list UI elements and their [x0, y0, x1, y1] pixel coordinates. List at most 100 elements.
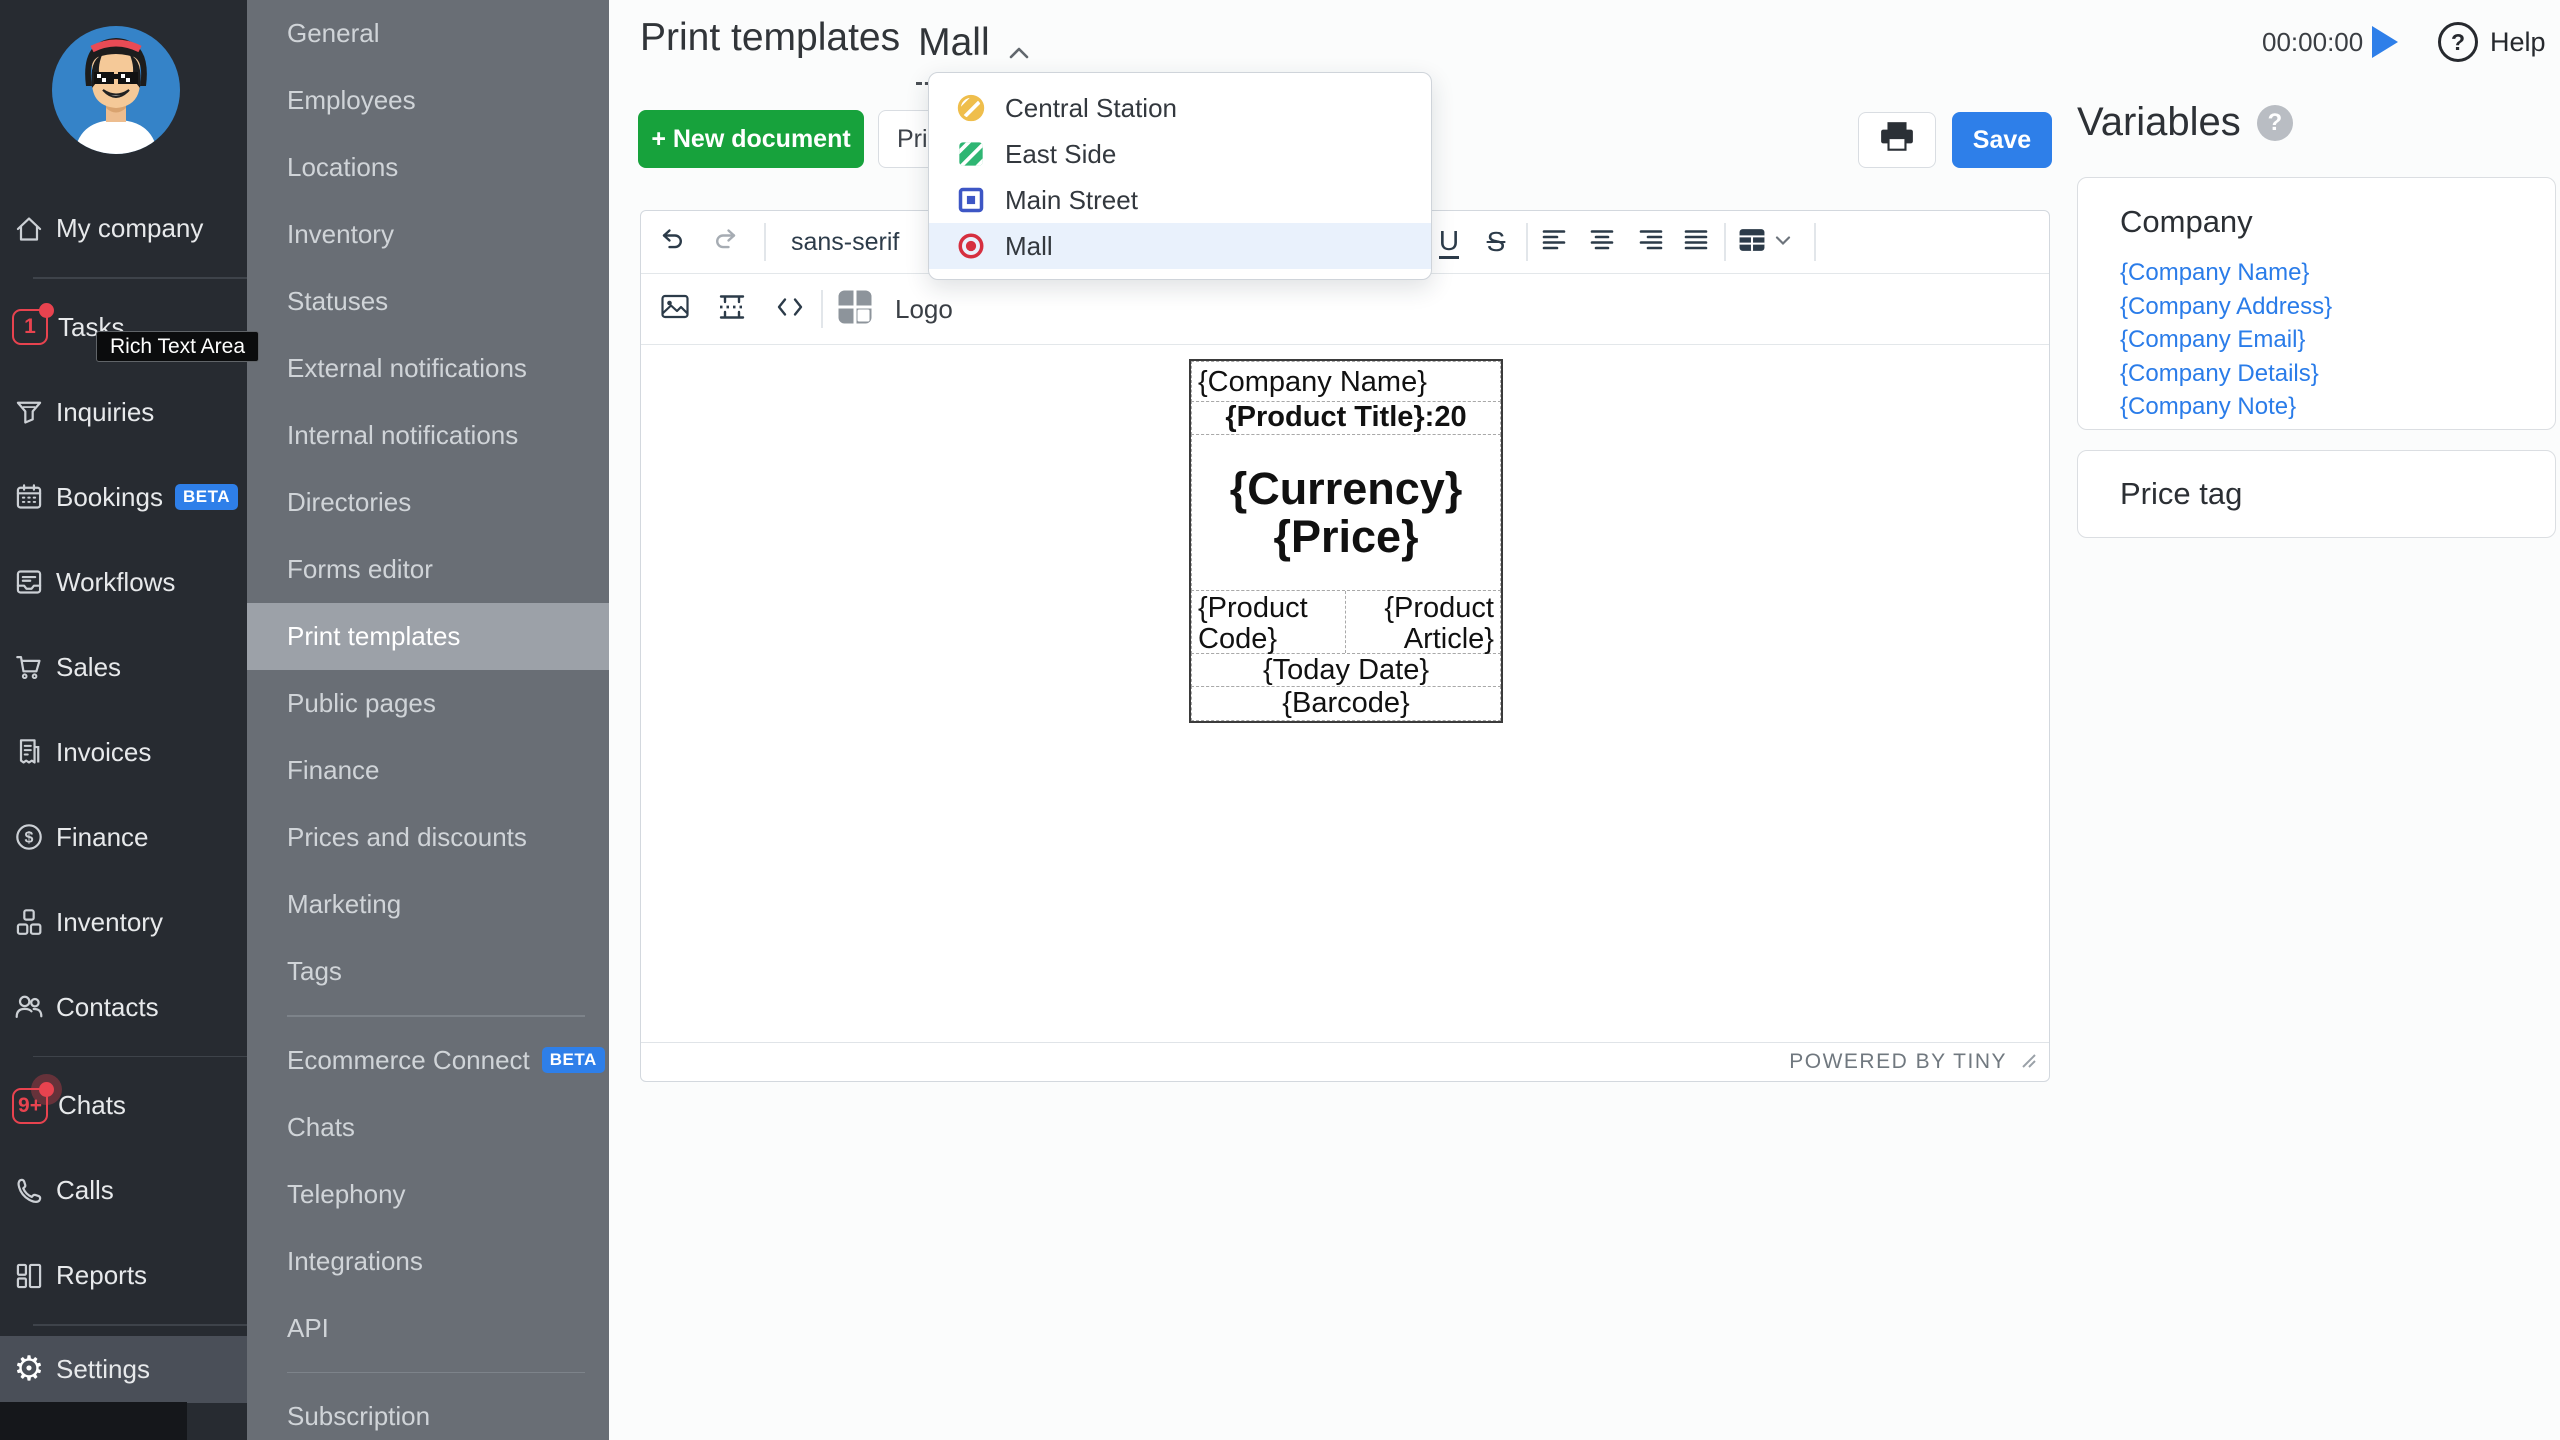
settings-item-api[interactable]: API — [247, 1295, 609, 1362]
sidebar-item-finance[interactable]: $ Finance — [0, 795, 247, 880]
template-price-cell[interactable]: {Currency} {Price} — [1191, 434, 1501, 591]
align-left-button[interactable] — [1531, 219, 1577, 265]
sidebar-item-calls[interactable]: Calls — [0, 1148, 247, 1233]
gear-icon: ⚙ — [12, 1352, 46, 1386]
timer-play-button[interactable] — [2372, 26, 2398, 58]
variables-help-icon[interactable]: ? — [2257, 105, 2293, 141]
settings-item-external-notifications[interactable]: External notifications — [247, 335, 609, 402]
template-product-article-cell[interactable]: {Product Article} — [1346, 591, 1500, 653]
align-center-button[interactable] — [1579, 219, 1625, 265]
powered-by-tiny-link[interactable]: POWERED BY TINY — [1789, 1050, 2007, 1074]
sidebar-item-my-company[interactable]: My company — [0, 186, 247, 271]
template-product-title-cell[interactable]: {Product Title}:20 — [1191, 401, 1501, 435]
settings-item-print-templates[interactable]: Print templates — [247, 603, 609, 670]
receipt-icon — [12, 735, 46, 769]
underline-button[interactable]: U — [1426, 219, 1472, 265]
strikethrough-icon: S — [1487, 226, 1506, 258]
alert-dot — [39, 1082, 54, 1097]
table-button[interactable] — [1728, 219, 1800, 265]
settings-item-ecommerce-connect[interactable]: Ecommerce Connect BETA — [247, 1027, 609, 1094]
help-button[interactable]: ? Help — [2438, 22, 2546, 62]
settings-item-marketing[interactable]: Marketing — [247, 871, 609, 938]
sidebar-divider — [33, 1056, 247, 1058]
save-button[interactable]: Save — [1952, 112, 2052, 168]
price-tag-template[interactable]: {Company Name} {Product Title}:20 {Curre… — [1189, 359, 1503, 723]
print-button[interactable] — [1858, 112, 1936, 168]
font-family-select[interactable]: sans-serif — [791, 211, 899, 273]
sidebar-item-chats[interactable]: 9+ Chats — [0, 1063, 247, 1148]
variable-link[interactable]: {Company Name} — [2120, 256, 2555, 290]
align-right-button[interactable] — [1628, 219, 1674, 265]
settings-item-locations[interactable]: Locations — [247, 134, 609, 201]
square-target-icon — [957, 186, 985, 214]
variables-price-tag-card[interactable]: Price tag — [2077, 450, 2556, 538]
page-break-button[interactable] — [709, 286, 755, 332]
rich-text-editor: sans-serif U S — [640, 210, 2050, 1082]
striped-square-icon — [957, 140, 985, 168]
settings-item-integrations[interactable]: Integrations — [247, 1228, 609, 1295]
settings-item-inventory[interactable]: Inventory — [247, 201, 609, 268]
strikethrough-button[interactable]: S — [1473, 219, 1519, 265]
settings-item-general[interactable]: General — [247, 0, 609, 67]
redo-button[interactable] — [702, 219, 748, 265]
user-avatar[interactable] — [50, 24, 182, 156]
template-company-name-cell[interactable]: {Company Name} — [1191, 361, 1501, 402]
dropdown-item-main-street[interactable]: Main Street — [929, 177, 1431, 223]
settings-item-forms-editor[interactable]: Forms editor — [247, 536, 609, 603]
reports-icon — [12, 1259, 46, 1293]
settings-item-public-pages[interactable]: Public pages — [247, 670, 609, 737]
sidebar-item-workflows[interactable]: Workflows — [0, 540, 247, 625]
sidebar-item-contacts[interactable]: Contacts — [0, 965, 247, 1050]
sidebar-item-bookings[interactable]: Bookings BETA — [0, 455, 247, 540]
settings-item-tags[interactable]: Tags — [247, 938, 609, 1005]
toolbar-separator — [821, 290, 823, 328]
dropdown-item-east-side[interactable]: East Side — [929, 131, 1431, 177]
striped-circle-icon — [957, 94, 985, 122]
settings-item-subscription[interactable]: Subscription — [247, 1383, 609, 1440]
blocks-icon — [12, 905, 46, 939]
sidebar-item-invoices[interactable]: Invoices — [0, 710, 247, 795]
source-code-button[interactable] — [767, 286, 813, 332]
sidebar-item-inquiries[interactable]: Inquiries — [0, 370, 247, 455]
variables-company-title: Company — [2120, 204, 2555, 240]
variable-link[interactable]: {Company Details} — [2120, 357, 2555, 391]
variable-link[interactable]: {Company Note} — [2120, 390, 2555, 424]
settings-item-chats[interactable]: Chats — [247, 1094, 609, 1161]
settings-item-employees[interactable]: Employees — [247, 67, 609, 134]
sidebar-item-settings[interactable]: ⚙ Settings — [0, 1336, 247, 1403]
variable-link[interactable]: {Company Address} — [2120, 290, 2555, 324]
template-product-code-cell[interactable]: {Product Code} — [1192, 591, 1346, 653]
settings-item-prices-and-discounts[interactable]: Prices and discounts — [247, 804, 609, 871]
toolbar-separator — [764, 223, 766, 261]
settings-item-finance[interactable]: Finance — [247, 737, 609, 804]
template-today-date-cell[interactable]: {Today Date} — [1191, 653, 1501, 687]
undo-icon — [659, 227, 687, 258]
new-document-button[interactable]: + New document — [638, 110, 864, 168]
resize-handle[interactable] — [2019, 1051, 2037, 1074]
settings-menu-divider — [287, 1372, 585, 1374]
settings-item-statuses[interactable]: Statuses — [247, 268, 609, 335]
variable-link[interactable]: {Company Email} — [2120, 323, 2555, 357]
justify-button[interactable] — [1673, 219, 1719, 265]
beta-badge: BETA — [542, 1047, 605, 1073]
insert-logo-button[interactable]: Logo — [837, 286, 953, 332]
help-icon: ? — [2438, 22, 2478, 62]
variables-panel-header: Variables ? — [2077, 100, 2293, 145]
settings-item-telephony[interactable]: Telephony — [247, 1161, 609, 1228]
sidebar-footer — [0, 1402, 187, 1440]
undo-button[interactable] — [650, 219, 696, 265]
dropdown-item-central-station[interactable]: Central Station — [929, 85, 1431, 131]
dropdown-item-mall[interactable]: Mall — [929, 223, 1431, 269]
settings-item-internal-notifications[interactable]: Internal notifications — [247, 402, 609, 469]
template-barcode-cell[interactable]: {Barcode} — [1191, 686, 1501, 721]
toolbar-separator — [1814, 223, 1816, 261]
beta-badge: BETA — [175, 484, 238, 510]
settings-item-directories[interactable]: Directories — [247, 469, 609, 536]
rich-text-area-tooltip: Rich Text Area — [96, 331, 259, 362]
insert-image-button[interactable] — [652, 286, 698, 332]
sidebar-item-sales[interactable]: Sales — [0, 625, 247, 710]
calendar-icon — [12, 480, 46, 514]
sidebar-item-reports[interactable]: Reports — [0, 1233, 247, 1318]
sidebar-item-inventory[interactable]: Inventory — [0, 880, 247, 965]
rich-text-area[interactable]: {Company Name} {Product Title}:20 {Curre… — [641, 345, 2049, 1046]
